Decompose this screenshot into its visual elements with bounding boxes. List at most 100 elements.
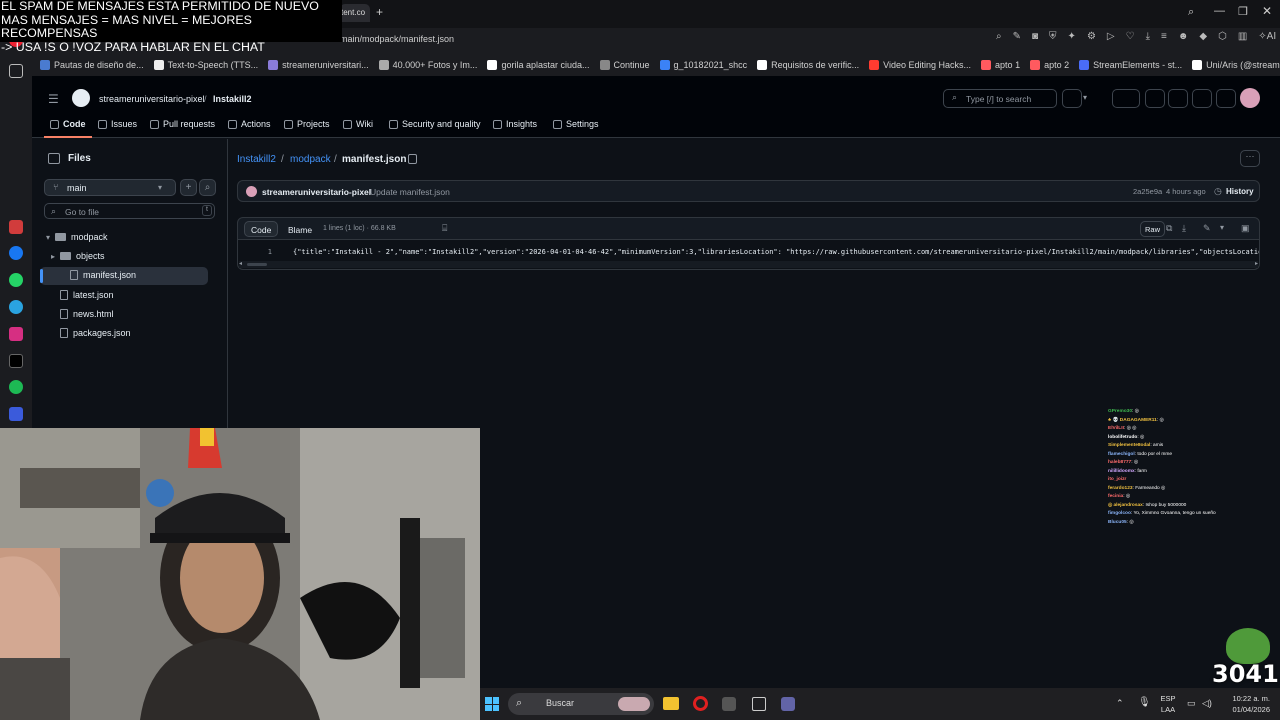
search-icon[interactable]: ⌕ bbox=[996, 31, 1002, 42]
network-icon[interactable]: ▭ bbox=[1187, 698, 1196, 709]
chevron-down-icon[interactable]: ▾ bbox=[1083, 93, 1087, 102]
commit-author[interactable]: streameruniversitario-pixel bbox=[262, 187, 371, 197]
tab-security-and-quality[interactable]: Security and quality bbox=[389, 119, 481, 129]
tab-projects[interactable]: Projects bbox=[284, 119, 330, 129]
player-icon[interactable] bbox=[9, 407, 23, 421]
tab-pull-requests[interactable]: Pull requests bbox=[150, 119, 215, 129]
app-taskbar-icon[interactable] bbox=[722, 697, 736, 711]
camera-icon[interactable]: ◙ bbox=[1032, 31, 1038, 42]
copilot-button[interactable] bbox=[1062, 89, 1082, 108]
github-logo-icon[interactable] bbox=[72, 89, 90, 107]
menu-icon[interactable]: ≡ bbox=[1161, 31, 1167, 42]
bookmark-item[interactable]: Text-to-Speech (TTS... bbox=[153, 60, 258, 70]
language-top[interactable]: ESP bbox=[1158, 694, 1178, 703]
download-icon[interactable]: ⤓ bbox=[1182, 223, 1186, 234]
clock-time[interactable]: 10:22 a. m. bbox=[1222, 694, 1270, 703]
chevron-down-icon[interactable]: ▾ bbox=[46, 233, 50, 242]
tree-item-manifest-json[interactable]: manifest.json bbox=[70, 270, 136, 280]
tab-issues[interactable]: Issues bbox=[98, 119, 137, 129]
tab-settings[interactable]: Settings bbox=[553, 119, 599, 129]
volume-icon[interactable]: ◁) bbox=[1202, 698, 1212, 709]
tab-code[interactable]: Code bbox=[50, 119, 86, 129]
blame-view-button[interactable]: Blame bbox=[281, 221, 319, 237]
search-input[interactable]: Type [/] to search bbox=[943, 89, 1057, 108]
instagram-icon[interactable] bbox=[9, 327, 23, 341]
horizontal-scrollbar[interactable]: ◂ ▸ bbox=[239, 261, 1258, 268]
repos-button[interactable] bbox=[1192, 89, 1212, 108]
repo-owner[interactable]: streameruniversitario-pixel bbox=[99, 94, 205, 104]
cube-icon[interactable]: ⬡ bbox=[1218, 31, 1227, 42]
heart-icon[interactable]: ♡ bbox=[1126, 31, 1135, 42]
bookmark-item[interactable]: gorila aplastar ciuda... bbox=[487, 60, 590, 70]
sidebar-icon[interactable]: ▥ bbox=[1238, 31, 1247, 42]
create-new-button[interactable] bbox=[1112, 89, 1140, 108]
bookmark-item[interactable]: apto 1 bbox=[981, 60, 1020, 70]
maximize-icon[interactable]: ❐ bbox=[1238, 5, 1248, 18]
symbols-panel-icon[interactable]: ▣ bbox=[1241, 223, 1250, 234]
capture-taskbar-icon[interactable] bbox=[752, 697, 766, 711]
chevron-right-icon[interactable]: ▸ bbox=[51, 252, 55, 261]
telegram-icon[interactable] bbox=[9, 300, 23, 314]
bookmark-item[interactable]: StreamElements - st... bbox=[1079, 60, 1182, 70]
tree-item-modpack[interactable]: ▾ modpack bbox=[46, 232, 108, 242]
chevron-up-icon[interactable]: ⌃ bbox=[1116, 698, 1124, 709]
more-options-icon[interactable]: ··· bbox=[1240, 150, 1260, 167]
commit-sha[interactable]: 2a25e9a bbox=[1133, 187, 1162, 196]
repo-name[interactable]: Instakill2 bbox=[213, 94, 252, 104]
issues-button[interactable] bbox=[1145, 89, 1165, 108]
copy-path-icon[interactable] bbox=[408, 154, 417, 164]
search-files-button[interactable]: ⌕ bbox=[199, 179, 216, 196]
extension-icon[interactable]: ✦ bbox=[1068, 31, 1076, 42]
bookmark-item[interactable]: g_10182021_shcc bbox=[659, 60, 747, 70]
tab-wiki[interactable]: Wiki bbox=[343, 119, 373, 129]
profile-icon[interactable]: ☻ bbox=[1178, 31, 1189, 42]
star-icon[interactable] bbox=[9, 64, 23, 78]
opera-taskbar-icon[interactable] bbox=[693, 696, 708, 711]
bookmark-item[interactable]: apto 2 bbox=[1030, 60, 1069, 70]
clock-date[interactable]: 01/04/2026 bbox=[1222, 705, 1270, 714]
spotify-icon[interactable] bbox=[9, 380, 23, 394]
microphone-icon[interactable]: 🎙 bbox=[1138, 697, 1151, 708]
collapse-sidebar-icon[interactable] bbox=[48, 153, 60, 164]
tree-item-latest-json[interactable]: latest.json bbox=[60, 290, 114, 300]
breadcrumb-folder[interactable]: modpack bbox=[290, 154, 331, 165]
tree-item-objects[interactable]: ▸ objects bbox=[51, 251, 105, 261]
bookmark-item[interactable]: Requisitos de verific... bbox=[757, 60, 859, 70]
go-to-file-input[interactable]: Go to file bbox=[44, 203, 215, 219]
tab-actions[interactable]: Actions bbox=[228, 119, 271, 129]
whatsapp-icon[interactable] bbox=[9, 273, 23, 287]
shield-icon[interactable]: ⛨ bbox=[1049, 31, 1057, 42]
close-window-icon[interactable]: ✕ bbox=[1262, 4, 1272, 18]
windows-start-icon[interactable] bbox=[485, 697, 499, 711]
code-line[interactable]: {"title":"Instakill - 2","name":"Instaki… bbox=[293, 248, 1259, 256]
search-tabs-icon[interactable]: ⌕ bbox=[1188, 6, 1194, 19]
url-text[interactable]: main/modpack/manifest.json bbox=[340, 34, 454, 44]
tab-insights[interactable]: Insights bbox=[493, 119, 537, 129]
download-icon[interactable]: ⤓ bbox=[1146, 31, 1150, 42]
history-button[interactable]: History bbox=[1226, 187, 1254, 196]
pull-requests-button[interactable] bbox=[1168, 89, 1188, 108]
bookmark-item[interactable]: Continue bbox=[599, 60, 650, 70]
code-view-button[interactable]: Code bbox=[244, 221, 279, 237]
play-icon[interactable]: ▷ bbox=[1107, 31, 1115, 42]
add-file-button[interactable]: + bbox=[180, 179, 197, 196]
tree-item-packages-json[interactable]: packages.json bbox=[60, 328, 131, 338]
language-bottom[interactable]: LAA bbox=[1158, 705, 1178, 714]
breadcrumb-repo[interactable]: Instakill2 bbox=[237, 154, 276, 165]
bookmark-item[interactable]: 40.000+ Fotos y Im... bbox=[378, 60, 477, 70]
new-tab-icon[interactable]: + bbox=[376, 5, 383, 19]
x-icon[interactable] bbox=[9, 354, 23, 368]
file-explorer-icon[interactable] bbox=[663, 697, 679, 710]
chevron-down-icon[interactable]: ▾ bbox=[1220, 223, 1224, 232]
diamond-icon[interactable]: ◆ bbox=[1199, 31, 1207, 42]
ai-icon[interactable]: ✧AI bbox=[1258, 31, 1276, 42]
minimize-icon[interactable]: — bbox=[1214, 5, 1225, 17]
branch-selector[interactable]: main bbox=[44, 179, 176, 196]
raw-button[interactable]: Raw bbox=[1140, 221, 1166, 237]
bookmark-item[interactable]: Pautas de diseño de... bbox=[40, 60, 144, 70]
symbols-icon[interactable]: ⌸ bbox=[442, 223, 447, 234]
app-icon[interactable] bbox=[9, 220, 23, 234]
edit-icon[interactable]: ✎ bbox=[1203, 223, 1211, 234]
copy-raw-icon[interactable]: ⧉ bbox=[1166, 223, 1172, 234]
gear-icon[interactable]: ⚙ bbox=[1087, 31, 1096, 42]
